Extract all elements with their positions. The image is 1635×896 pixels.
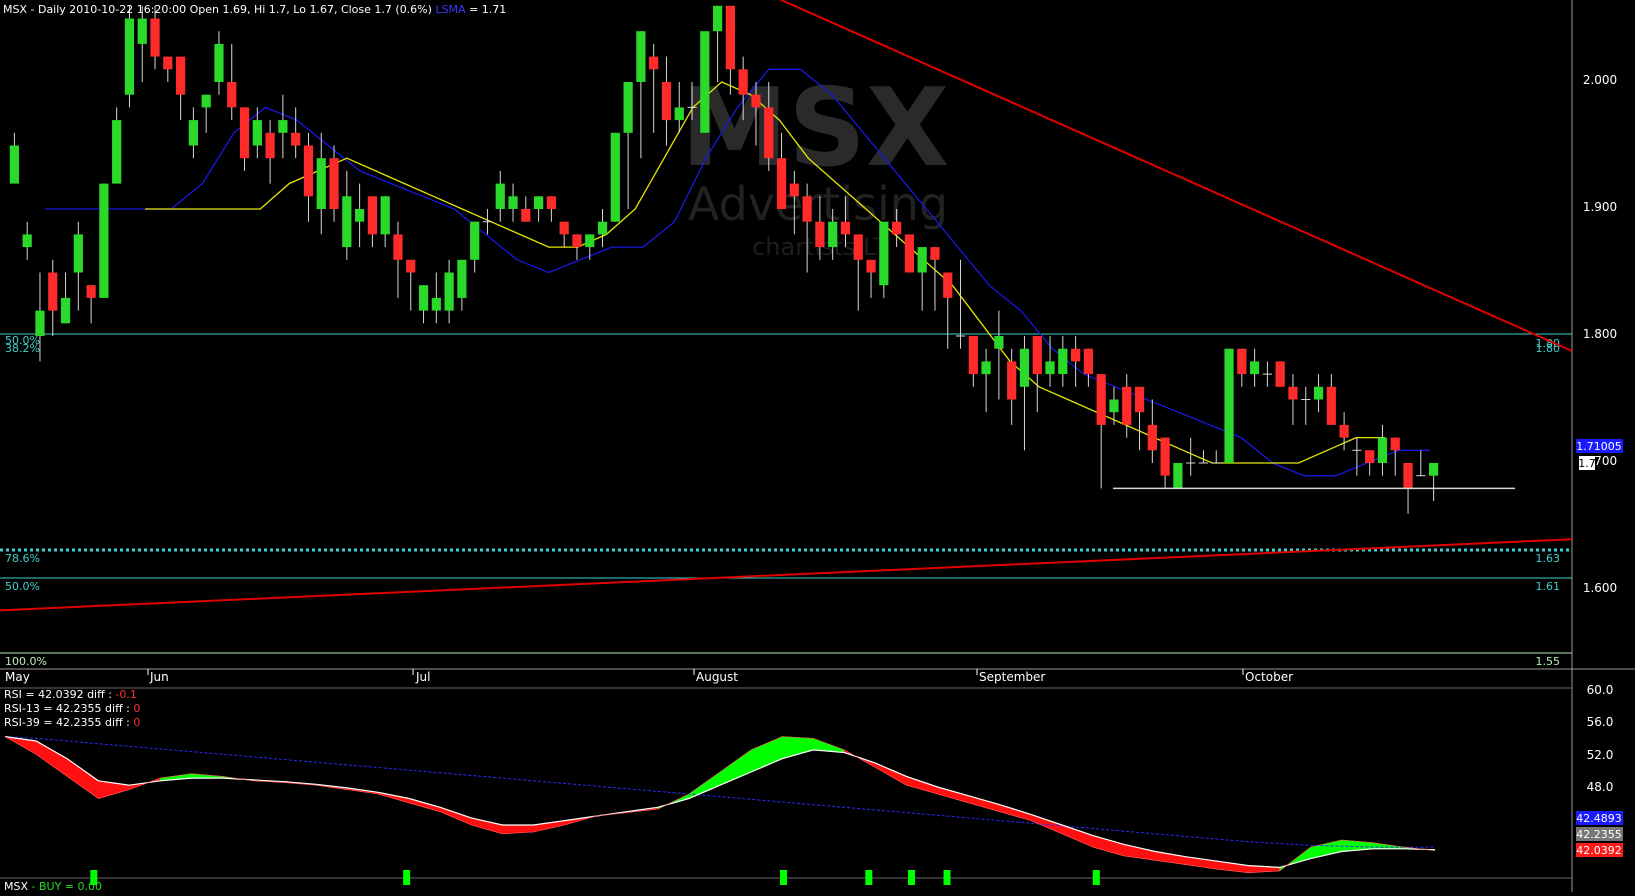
rsi-tick-56: 56.0 <box>1587 715 1614 729</box>
rsi-legend-1: RSI = 42.0392 <box>4 688 84 701</box>
candle-7 <box>99 183 109 298</box>
candle-9 <box>124 5 135 108</box>
month-aug: August <box>696 670 738 684</box>
month-jul: Jul <box>415 670 430 684</box>
rsi-tick-60: 60.0 <box>1587 683 1614 697</box>
candle-54 <box>700 31 710 133</box>
ma-badge: 1.71005 <box>1576 440 1622 453</box>
lsma-label: LSMA <box>435 3 466 16</box>
buy-signal-2 <box>779 870 787 885</box>
price-tick-160: 1.600 <box>1583 581 1617 595</box>
rsi-legend-3: RSI-39 = 42.2355 <box>4 716 102 729</box>
rsi-diff-3: 0 <box>133 716 140 729</box>
close-badge: 1.7 <box>1578 457 1596 470</box>
fib-label-100: 100.0% <box>5 655 47 668</box>
fib-label-78: 78.6% <box>5 552 40 565</box>
month-oct: October <box>1245 670 1293 684</box>
chart-window: MSX Advertising chartists.LT 50.0% 38.2%… <box>0 0 1635 893</box>
rsi-tick-52: 52.0 <box>1587 748 1614 762</box>
rsi-badge-3: 42.0392 <box>1576 844 1622 857</box>
buy-signal-5 <box>943 870 951 885</box>
rsi-badge-2: 42.2355 <box>1576 828 1622 841</box>
rsi-legend-2: RSI-13 = 42.2355 <box>4 702 102 715</box>
footer-label: MSX - BUY = 0.00 <box>4 880 102 892</box>
buy-signal-4 <box>907 870 915 885</box>
rsi-diff-2: 0 <box>133 702 140 715</box>
svg-text:RSI-13 = 42.2355 diff : 0: RSI-13 = 42.2355 diff : 0 <box>4 702 140 715</box>
fib-label-50b: 50.0% <box>5 580 40 593</box>
rsi-tick-48: 48.0 <box>1587 780 1614 794</box>
buy-signal-3 <box>865 870 873 885</box>
svg-text:RSI = 42.0392 diff : -0.1: RSI = 42.0392 diff : -0.1 <box>4 688 137 701</box>
price-tick-190: 1.900 <box>1583 200 1617 214</box>
price-tick-200: 2.000 <box>1583 73 1617 87</box>
fib-label-38: 38.2% <box>5 342 40 355</box>
buy-signal-1 <box>403 870 411 885</box>
svg-text:RSI-39 = 42.2355 diff : 0: RSI-39 = 42.2355 diff : 0 <box>4 716 140 729</box>
price-chart[interactable]: MSX Advertising chartists.LT 50.0% 38.2%… <box>0 0 1635 893</box>
watermark-ticker: MSX <box>681 66 950 191</box>
candle-70 <box>904 234 914 273</box>
rsi-legend: RSI = 42.0392 diff : -0.1 RSI-13 = 42.23… <box>4 688 140 729</box>
candle-95 <box>1224 348 1234 463</box>
rsi-badge-1: 42.4893 <box>1576 812 1622 825</box>
fib-value-155: 1.55 <box>1536 655 1561 668</box>
fib-value-163: 1.63 <box>1536 552 1561 565</box>
candle-47 <box>610 132 620 222</box>
rsi-diff-1: -0.1 <box>115 688 136 701</box>
candle-99 <box>1275 361 1285 387</box>
month-jun: Jun <box>149 670 169 684</box>
chart-header: MSX - Daily 2010-10-22 16:20:00 Open 1.6… <box>3 3 506 16</box>
month-sep: September <box>979 670 1045 684</box>
buy-signal-6 <box>1092 870 1100 885</box>
price-tick-180: 1.800 <box>1583 327 1617 341</box>
month-may: May <box>5 670 30 684</box>
candle-91 <box>1173 463 1183 489</box>
fib-value-161: 1.61 <box>1536 580 1561 593</box>
